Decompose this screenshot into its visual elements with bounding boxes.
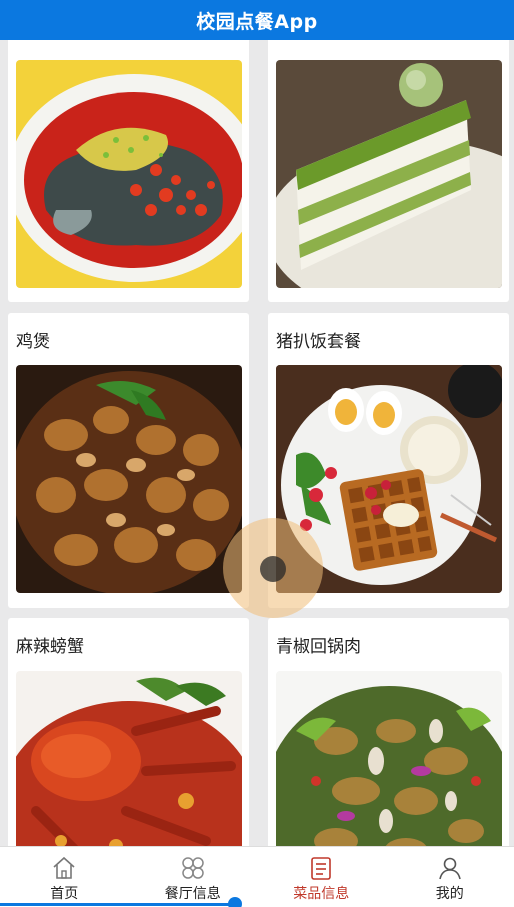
dish-image-spicy-crab[interactable] <box>16 671 242 846</box>
dish-card-matcha-cake[interactable] <box>268 40 509 302</box>
tab-label: 餐厅信息 <box>164 886 221 902</box>
dish-card-fish[interactable] <box>8 40 249 302</box>
app-header: 校园点餐App <box>0 0 514 40</box>
dish-card-1[interactable]: 鸡煲 <box>8 313 249 608</box>
touch-indicator-core <box>260 556 286 582</box>
bottom-tab-bar: 首页 餐厅信息 菜品信息 我的 <box>0 846 514 907</box>
dish-image-matcha-cake[interactable] <box>276 60 502 288</box>
menu-list-icon <box>311 857 332 880</box>
tab-home[interactable]: 首页 <box>0 847 129 907</box>
gesture-progress-knob[interactable] <box>228 897 242 907</box>
gesture-progress-bar <box>0 903 236 906</box>
tab-label: 我的 <box>435 886 464 902</box>
dish-grid[interactable]: 鸡煲 猪扒饭套餐 麻辣螃蟹 青椒回锅肉 <box>0 40 514 846</box>
dish-name: 鸡煲 <box>16 332 50 352</box>
dish-image-chopped-pepper-fish-head[interactable] <box>16 60 242 288</box>
tab-dish-info[interactable]: 菜品信息 <box>257 847 386 907</box>
dish-image-twice-cooked-pork[interactable] <box>276 671 502 846</box>
dish-name: 猪扒饭套餐 <box>276 332 361 352</box>
dish-card-3[interactable]: 麻辣螃蟹 <box>8 618 249 846</box>
tab-label: 菜品信息 <box>293 886 350 902</box>
home-icon <box>53 856 75 879</box>
dish-card-4[interactable]: 青椒回锅肉 <box>268 618 509 846</box>
tab-label: 首页 <box>50 886 79 902</box>
dish-name: 麻辣螃蟹 <box>16 637 84 657</box>
dish-image-chicken-pot[interactable] <box>16 365 242 593</box>
app-title: 校园点餐App <box>196 10 318 33</box>
grid-icon <box>182 857 204 879</box>
app-root: 校园点餐App 鸡煲 猪扒饭套餐 麻辣螃蟹 青椒回锅肉 首页 餐厅信息 菜品信息… <box>0 0 514 907</box>
dish-name: 青椒回锅肉 <box>276 637 361 657</box>
tab-me[interactable]: 我的 <box>386 847 514 907</box>
user-icon <box>438 857 461 880</box>
